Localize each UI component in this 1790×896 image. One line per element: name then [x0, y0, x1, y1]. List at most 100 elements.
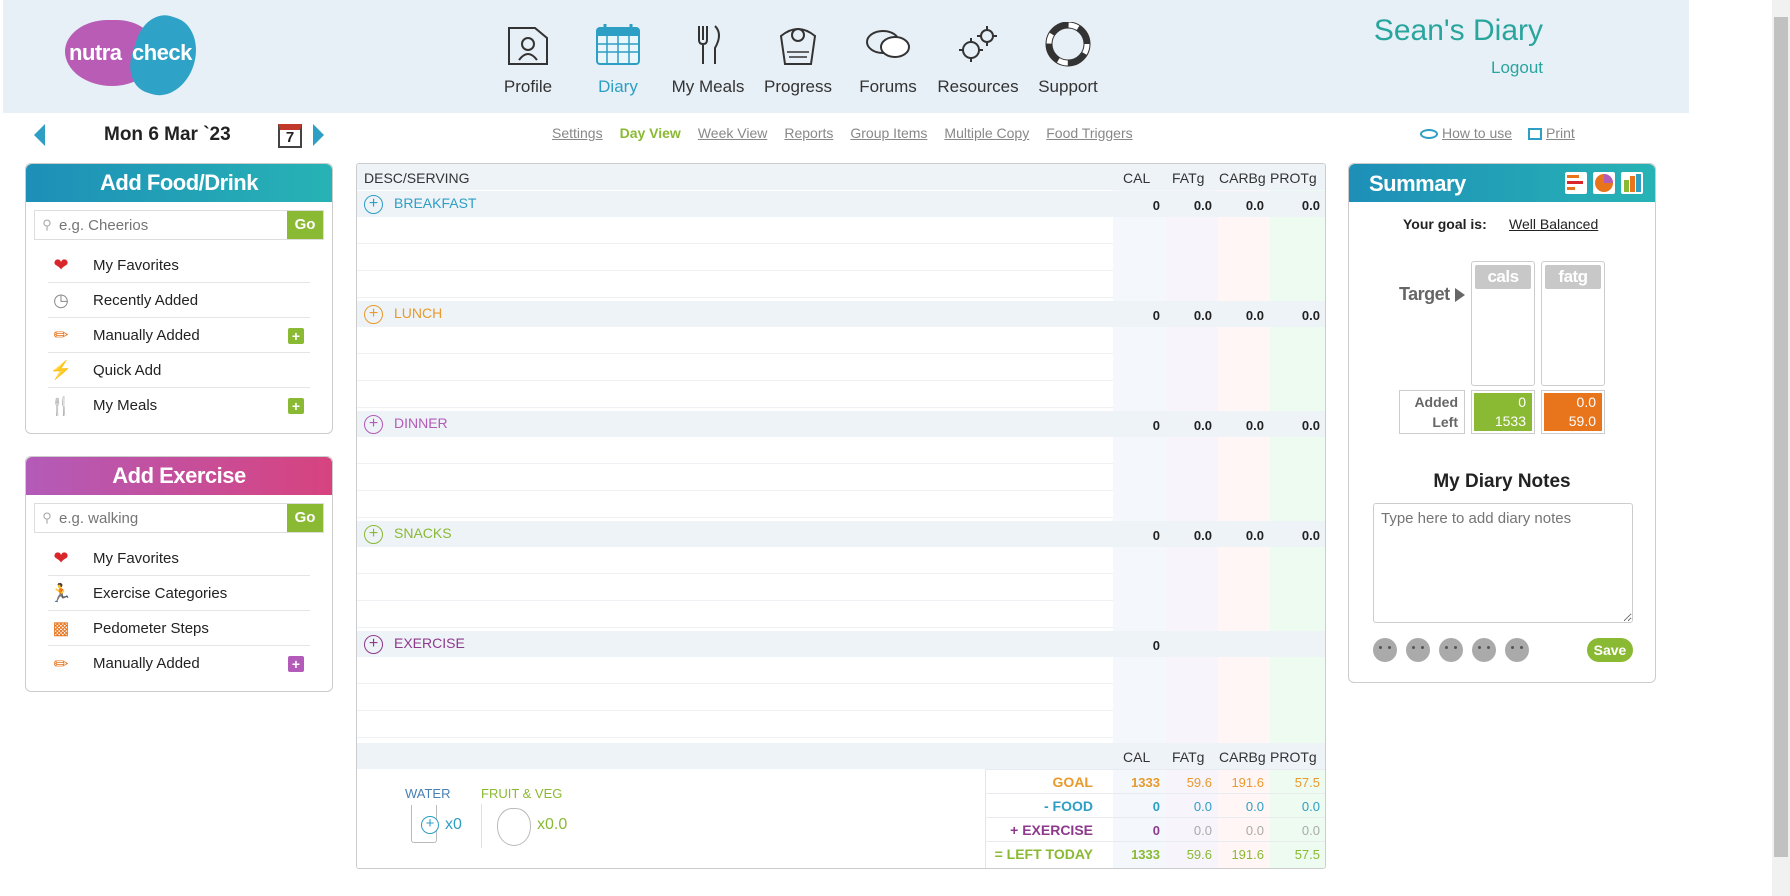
exercise-manually-added[interactable]: ✏ Manually Added +	[48, 646, 310, 681]
nav-profile[interactable]: Profile	[483, 14, 573, 104]
totals-carb: 0.0	[1245, 823, 1264, 838]
nav-resources[interactable]: Resources	[933, 14, 1023, 104]
cals-added-value: 0	[1518, 394, 1526, 410]
scrollbar-thumb[interactable]	[1774, 17, 1788, 857]
pie-summary-view-icon[interactable]	[1593, 172, 1615, 194]
food-search-input[interactable]	[59, 211, 287, 239]
nav-diary[interactable]: Diary	[573, 14, 663, 104]
clock-icon: ◷	[53, 290, 69, 310]
exercise-my-favorites[interactable]: ❤ My Favorites	[48, 541, 310, 576]
totals-cal: 1333	[1131, 847, 1160, 862]
save-notes-button[interactable]: Save	[1587, 638, 1633, 662]
subnav-multiple-copy[interactable]: Multiple Copy	[944, 125, 1029, 141]
subnav-group-items[interactable]: Group Items	[850, 125, 927, 141]
meal-cal: 0	[1152, 418, 1160, 433]
diary-owner-title: Sean's Diary	[1373, 14, 1543, 47]
nav-support[interactable]: Support	[1023, 14, 1113, 104]
totals-header-cal: CAL	[1123, 749, 1151, 765]
diary-notes-textarea[interactable]	[1373, 503, 1633, 623]
meal-fat: 0.0	[1193, 308, 1212, 323]
subnav-reports[interactable]: Reports	[784, 125, 833, 141]
empty-entry-row	[357, 574, 1113, 601]
meal-name: DINNER	[394, 415, 448, 431]
totals-cal: 1333	[1131, 775, 1160, 790]
exercise-pedometer-steps[interactable]: ▩ Pedometer Steps	[48, 611, 310, 646]
add-to-meal-plus-icon[interactable]: +	[364, 525, 383, 544]
food-search-go-button[interactable]: Go	[287, 211, 323, 239]
totals-fat: 59.6	[1186, 847, 1212, 862]
nav-my-meals[interactable]: My Meals	[663, 14, 753, 104]
fatg-bar-label: fatg	[1545, 265, 1601, 289]
meal-prot: 0.0	[1301, 308, 1320, 323]
logo-word-2: check	[132, 40, 192, 65]
empty-entry-row	[357, 354, 1113, 381]
food-recently-added[interactable]: ◷ Recently Added	[48, 283, 310, 318]
next-day-arrow[interactable]	[313, 124, 324, 146]
very-sad-face-icon[interactable]	[1505, 638, 1529, 662]
subnav-settings[interactable]: Settings	[552, 125, 603, 141]
empty-entry-row	[357, 271, 1113, 298]
exercise-categories[interactable]: 🏃 Exercise Categories	[48, 576, 310, 611]
fatg-added-value: 0.0	[1576, 394, 1596, 410]
add-manual-food-plus-icon[interactable]: +	[288, 328, 304, 344]
bar-summary-view-icon[interactable]	[1565, 172, 1587, 194]
exercise-search-go-button[interactable]: Go	[287, 504, 323, 532]
totals-row: = LEFT TODAY 1333 59.6 191.6 57.5	[985, 841, 1325, 865]
add-to-meal-plus-icon[interactable]: +	[364, 415, 383, 434]
meal-cal: 0	[1152, 638, 1160, 653]
meal-fat: 0.0	[1193, 528, 1212, 543]
calendar-picker-icon[interactable]: 7	[278, 124, 302, 148]
column-summary-view-icon[interactable]	[1621, 172, 1643, 194]
page-scrollbar[interactable]	[1772, 0, 1790, 896]
totals-prot: 0.0	[1301, 823, 1320, 838]
logout-link[interactable]: Logout	[1491, 58, 1543, 78]
meal-name: EXERCISE	[394, 635, 465, 651]
nav-label: Diary	[598, 77, 638, 96]
nav-label: Profile	[503, 77, 553, 96]
sad-face-icon[interactable]	[1472, 638, 1496, 662]
nav-forums[interactable]: Forums	[843, 14, 933, 104]
meal-cal: 0	[1152, 198, 1160, 213]
food-manually-added[interactable]: ✏ Manually Added +	[48, 318, 310, 353]
header-prot: PROTg	[1270, 170, 1317, 186]
nav-progress[interactable]: Progress	[753, 14, 843, 104]
very-happy-face-icon[interactable]	[1373, 638, 1397, 662]
lifebuoy-icon	[1045, 21, 1091, 67]
food-quick-add[interactable]: ⚡ Quick Add	[48, 353, 310, 388]
exercise-search-input[interactable]	[59, 504, 287, 532]
food-my-favorites[interactable]: ❤ My Favorites	[48, 248, 310, 283]
how-to-use-link[interactable]: How to use	[1420, 125, 1512, 141]
exercise-menu-list: ❤ My Favorites 🏃 Exercise Categories ▩ P…	[48, 541, 310, 681]
print-link[interactable]: Print	[1528, 125, 1575, 141]
totals-cal: 0	[1152, 799, 1160, 814]
add-meal-plus-icon[interactable]: +	[288, 398, 304, 414]
food-my-meals[interactable]: 🍴 My Meals +	[48, 388, 310, 423]
apple-icon[interactable]	[497, 808, 531, 846]
subnav-week-view[interactable]: Week View	[698, 125, 768, 141]
mood-faces	[1373, 638, 1529, 662]
add-to-meal-plus-icon[interactable]: +	[364, 195, 383, 214]
meal-name: SNACKS	[394, 525, 452, 541]
subnav-day-view[interactable]: Day View	[620, 125, 681, 141]
runner-icon: 🏃	[49, 583, 73, 603]
happy-face-icon[interactable]	[1406, 638, 1430, 662]
add-to-meal-plus-icon[interactable]: +	[364, 635, 383, 654]
menu-label: Recently Added	[93, 291, 199, 309]
nutracheck-logo[interactable]: nutra check	[65, 8, 206, 104]
neutral-face-icon[interactable]	[1439, 638, 1463, 662]
add-water-plus-icon[interactable]: +	[421, 816, 439, 834]
totals-header-prot: PROTg	[1270, 749, 1317, 765]
meal-prot: 0.0	[1301, 198, 1320, 213]
eye-icon	[1420, 129, 1438, 140]
add-manual-exercise-plus-icon[interactable]: +	[288, 656, 304, 672]
previous-day-arrow[interactable]	[34, 124, 45, 146]
goal-value-link[interactable]: Well Balanced	[1509, 216, 1598, 232]
main-nav: Profile Diary My Meals Progress Forums R…	[483, 14, 1113, 104]
nav-label: Progress	[763, 77, 833, 96]
totals-prot: 57.5	[1294, 775, 1320, 790]
subnav-food-triggers[interactable]: Food Triggers	[1046, 125, 1132, 141]
meal-row-dinner: + DINNER 0 0.0 0.0 0.0	[357, 411, 1325, 437]
how-to-use-label: How to use	[1442, 125, 1513, 141]
add-to-meal-plus-icon[interactable]: +	[364, 305, 383, 324]
diary-subnav: Settings Day View Week View Reports Grou…	[552, 125, 1133, 141]
